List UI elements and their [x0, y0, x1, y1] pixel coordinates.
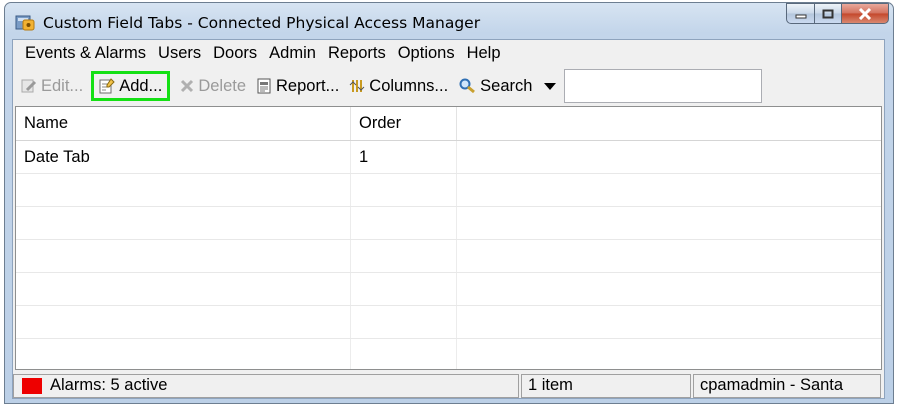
- search-dropdown-arrow-icon[interactable]: [544, 82, 557, 90]
- columns-icon: [349, 80, 365, 92]
- app-icon: [15, 13, 35, 31]
- delete-icon: [181, 79, 194, 93]
- table-row[interactable]: Date Tab 1: [16, 141, 881, 174]
- menu-doors[interactable]: Doors: [207, 44, 263, 63]
- search-button[interactable]: Search: [454, 71, 536, 101]
- menu-reports[interactable]: Reports: [322, 44, 392, 63]
- cell-order: 1: [351, 141, 457, 173]
- window-controls: [786, 3, 889, 25]
- empty-cell: [457, 240, 881, 272]
- empty-cell: [457, 273, 881, 305]
- empty-cell: [16, 240, 351, 272]
- empty-cell: [351, 240, 457, 272]
- add-button[interactable]: Add...: [91, 71, 171, 101]
- window-title: Custom Field Tabs - Connected Physical A…: [43, 14, 481, 32]
- empty-row: [16, 339, 881, 369]
- add-icon: [99, 78, 115, 94]
- title-bar[interactable]: Custom Field Tabs - Connected Physical A…: [5, 3, 893, 43]
- custom-field-tabs-table: Name Order Date Tab 1: [15, 106, 882, 370]
- cell-filler: [457, 141, 881, 173]
- empty-row: [16, 306, 881, 339]
- menu-events-alarms[interactable]: Events & Alarms: [19, 44, 152, 63]
- empty-row: [16, 207, 881, 240]
- menu-admin[interactable]: Admin: [263, 44, 322, 63]
- app-window: Custom Field Tabs - Connected Physical A…: [4, 2, 894, 404]
- menu-options[interactable]: Options: [392, 44, 461, 63]
- minimize-button[interactable]: [786, 3, 814, 24]
- alarm-indicator-icon: [22, 377, 42, 394]
- user-status-text: cpamadmin - Santa: [700, 376, 844, 394]
- user-status: cpamadmin - Santa: [693, 373, 881, 398]
- alarm-status[interactable]: Alarms: 5 active: [13, 373, 519, 398]
- add-label: Add...: [119, 76, 163, 95]
- empty-row: [16, 240, 881, 273]
- columns-button[interactable]: Columns...: [345, 71, 452, 101]
- empty-cell: [16, 339, 351, 369]
- menu-users[interactable]: Users: [152, 44, 207, 63]
- item-count: 1 item: [521, 373, 691, 398]
- report-icon: [257, 78, 271, 94]
- client-area: Events & Alarms Users Doors Admin Report…: [12, 39, 885, 399]
- columns-label: Columns...: [369, 76, 449, 95]
- empty-cell: [457, 174, 881, 206]
- empty-cell: [351, 273, 457, 305]
- empty-cell: [16, 273, 351, 305]
- close-button[interactable]: [841, 3, 889, 24]
- cell-name: Date Tab: [16, 141, 351, 173]
- menu-help[interactable]: Help: [461, 44, 507, 63]
- maximize-icon: [822, 9, 834, 18]
- delete-button[interactable]: Delete: [176, 71, 250, 101]
- alarm-status-text: Alarms: 5 active: [50, 376, 168, 394]
- delete-label: Delete: [198, 76, 247, 95]
- edit-button[interactable]: Edit...: [17, 71, 87, 101]
- empty-cell: [457, 207, 881, 239]
- column-header-name[interactable]: Name: [16, 107, 351, 140]
- minimize-icon: [795, 14, 806, 18]
- empty-cell: [457, 306, 881, 338]
- report-button[interactable]: Report...: [252, 71, 343, 101]
- empty-cell: [16, 207, 351, 239]
- status-bar: Alarms: 5 active 1 item cpamadmin - Sant…: [13, 372, 884, 399]
- search-label: Search: [480, 76, 533, 95]
- search-input[interactable]: [564, 69, 763, 103]
- empty-cell: [351, 207, 457, 239]
- maximize-button[interactable]: [814, 3, 841, 24]
- column-header-filler: [457, 107, 881, 140]
- empty-cell: [16, 306, 351, 338]
- empty-cell: [351, 306, 457, 338]
- toolbar: Edit... Add... Delete Report... Columns.…: [13, 66, 884, 106]
- empty-cell: [351, 174, 457, 206]
- menu-bar: Events & Alarms Users Doors Admin Report…: [13, 40, 884, 66]
- empty-cell: [351, 339, 457, 369]
- item-count-text: 1 item: [528, 376, 573, 394]
- empty-row: [16, 174, 881, 207]
- search-icon: [459, 78, 476, 94]
- edit-label: Edit...: [41, 76, 84, 95]
- table-header: Name Order: [16, 107, 881, 141]
- report-label: Report...: [276, 76, 340, 95]
- edit-icon: [21, 79, 37, 93]
- column-header-order[interactable]: Order: [351, 107, 457, 140]
- empty-cell: [457, 339, 881, 369]
- close-icon: [858, 7, 872, 20]
- empty-cell: [16, 174, 351, 206]
- empty-row: [16, 273, 881, 306]
